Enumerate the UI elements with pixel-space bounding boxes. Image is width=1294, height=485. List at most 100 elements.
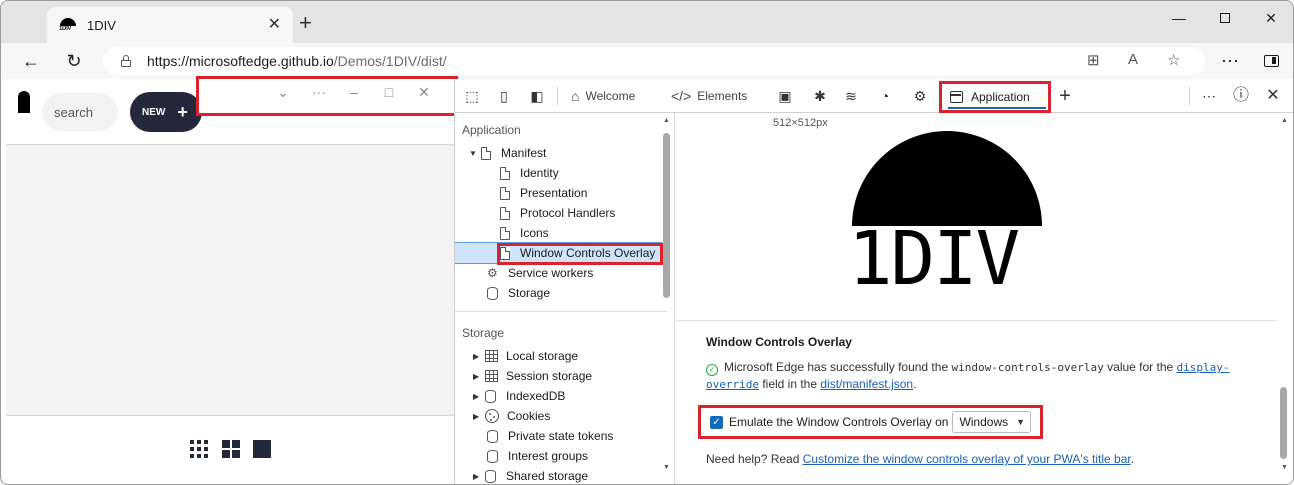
minimize-icon[interactable]: – (342, 84, 366, 100)
chevron-down-icon[interactable]: ⌄ (271, 84, 295, 101)
scroll-down-arrow-icon[interactable]: ▼ (1281, 464, 1288, 471)
scroll-up-arrow-icon[interactable]: ▲ (1281, 117, 1288, 124)
application-icon (950, 91, 963, 103)
close-devtools-icon[interactable]: ✕ (1263, 87, 1283, 105)
database-icon (485, 389, 496, 403)
new-button[interactable]: NEW + (130, 92, 202, 132)
sidebar-item-local-storage[interactable]: ▶ Local storage (455, 346, 667, 366)
sidebar-item-indexeddb[interactable]: ▶ IndexedDB (455, 386, 667, 406)
tab-elements[interactable]: </> Elements (671, 79, 747, 113)
sidebar-item-protocol-handlers[interactable]: Protocol Handlers (455, 203, 667, 223)
large-view-icon[interactable] (253, 440, 271, 458)
small-grid-icon[interactable] (190, 440, 208, 458)
customize-wco-link[interactable]: Customize the window controls overlay of… (803, 452, 1131, 466)
divider (455, 311, 667, 312)
emulate-checkbox[interactable]: ✓ (710, 415, 723, 429)
medium-grid-icon[interactable] (222, 440, 240, 458)
favorites-icon[interactable]: ☆ (1167, 51, 1180, 69)
inspect-icon[interactable]: ⬚ (462, 87, 482, 105)
close-icon[interactable]: ✕ (412, 84, 436, 101)
lock-icon (121, 55, 131, 67)
sidebar-toggle-icon[interactable] (1259, 49, 1283, 73)
refresh-icon[interactable]: ↻ (62, 49, 86, 73)
sidebar-item-session-storage[interactable]: ▶ Session storage (455, 366, 667, 386)
sidebar-item-interest-groups[interactable]: Interest groups (455, 446, 667, 466)
sidebar-item-cookies[interactable]: ▶ Cookies (455, 406, 667, 426)
app-icon-image: 1DIV (848, 131, 1046, 299)
minimize-icon[interactable]: ― (1156, 7, 1202, 29)
search-input[interactable]: search (42, 93, 118, 131)
back-icon[interactable]: ← (19, 49, 43, 73)
app-title-bar: search NEW + ⌄ ··· – □ ✕ (6, 76, 458, 145)
maximize-icon[interactable] (1202, 7, 1248, 29)
scroll-down-arrow-icon[interactable]: ▼ (663, 464, 670, 471)
navigation-bar: ← ↻ https://microsoftedge.github.io/Demo… (1, 43, 1293, 79)
memory-icon[interactable]: ⚙ (910, 87, 930, 105)
sidebar-item-presentation[interactable]: Presentation (455, 183, 667, 203)
address-bar[interactable]: https://microsoftedge.github.io/Demos/1D… (103, 47, 1205, 75)
new-button-label: NEW (142, 106, 166, 118)
devtools-toolbar: ⬚ ▯ ◧ ⌂ Welcome </> Elements ▣ ✱ ≋ ◔ ⚙ A… (455, 79, 1293, 113)
console-icon[interactable]: ▣ (775, 87, 795, 105)
more-icon[interactable]: ··· (307, 84, 331, 100)
expand-triangle-icon[interactable]: ▶ (473, 352, 485, 361)
add-tab-icon[interactable]: + (1055, 86, 1075, 106)
expand-triangle-icon[interactable]: ▶ (473, 392, 485, 401)
database-icon (485, 469, 496, 483)
tab-welcome[interactable]: ⌂ Welcome (571, 79, 635, 113)
section-storage-title: Storage (462, 326, 505, 340)
wifi-icon[interactable]: ≋ (841, 87, 861, 105)
sidebar-item-manifest[interactable]: ▼ Manifest (455, 143, 667, 163)
expand-triangle-icon[interactable]: ▶ (473, 372, 485, 381)
main-scrollbar[interactable] (1280, 387, 1287, 459)
browser-tab[interactable]: 1DIV 1DIV ✕ (47, 7, 293, 43)
manifest-link[interactable]: dist/manifest.json (820, 377, 913, 391)
sidebar-scrollbar[interactable] (663, 133, 670, 298)
performance-icon[interactable]: ◔ (875, 87, 895, 105)
help-icon[interactable]: ⓘ (1231, 87, 1251, 105)
tab-close-icon[interactable]: ✕ (268, 17, 281, 33)
manifest-content: 512×512px 1DIV Window Controls Overlay ✓… (676, 113, 1293, 484)
dropdown-caret-icon: ▼ (1016, 417, 1026, 427)
tab-application[interactable]: Application (939, 81, 1051, 113)
title-bar: 1DIV 1DIV ✕ + ― ✕ (1, 1, 1293, 43)
app-available-icon[interactable]: ⊞ (1087, 51, 1100, 69)
sidebar-item-icons[interactable]: Icons (455, 223, 667, 243)
expand-triangle-icon[interactable]: ▶ (473, 472, 485, 481)
sidebar-item-storage[interactable]: Storage (455, 283, 667, 303)
code-icon: </> (671, 88, 692, 104)
new-tab-button[interactable]: + (299, 12, 312, 34)
expand-triangle-icon[interactable]: ▼ (469, 149, 481, 158)
os-select[interactable]: Windows ▼ (952, 411, 1032, 433)
application-sidebar: Application ▼ Manifest Identity Presenta… (455, 113, 675, 484)
sidebar-item-shared-storage[interactable]: ▶ Shared storage (455, 466, 667, 484)
devtools-panel: ⬚ ▯ ◧ ⌂ Welcome </> Elements ▣ ✱ ≋ ◔ ⚙ A… (454, 79, 1293, 484)
help-text: Need help? Read Customize the window con… (706, 452, 1135, 466)
scroll-up-arrow-icon[interactable]: ▲ (663, 117, 670, 124)
wco-item-highlight (497, 243, 663, 265)
sidebar-item-window-controls-overlay[interactable]: Window Controls Overlay (455, 242, 663, 265)
read-aloud-icon[interactable]: A (1128, 51, 1138, 68)
tab-title: 1DIV (87, 17, 116, 33)
bug-icon[interactable]: ✱ (810, 87, 830, 105)
table-icon (485, 370, 498, 382)
document-icon (500, 206, 510, 220)
gear-icon: ⚙ (487, 266, 498, 280)
wco-status-message: ✓ Microsoft Edge has successfully found t… (706, 360, 1230, 391)
close-icon[interactable]: ✕ (1248, 7, 1293, 29)
device-emulation-icon[interactable]: ▯ (494, 87, 514, 105)
more-tools-icon[interactable]: ⋯ (1199, 87, 1219, 105)
emulate-label: Emulate the Window Controls Overlay on (729, 415, 949, 429)
dock-icon[interactable]: ◧ (527, 87, 547, 105)
app-logo-icon (18, 91, 30, 113)
maximize-icon[interactable]: □ (377, 84, 401, 100)
more-menu-icon[interactable]: ⋯ (1218, 49, 1242, 73)
expand-triangle-icon[interactable]: ▶ (473, 412, 485, 421)
favicon-icon: 1DIV (59, 16, 77, 34)
section-divider (676, 320, 1277, 321)
sidebar-item-private-state-tokens[interactable]: Private state tokens (455, 426, 667, 446)
sidebar-item-service-workers[interactable]: ⚙ Service workers (455, 263, 667, 283)
document-icon (481, 146, 491, 160)
sidebar-item-identity[interactable]: Identity (455, 163, 667, 183)
url-host: https://microsoftedge.github.io (147, 53, 334, 69)
